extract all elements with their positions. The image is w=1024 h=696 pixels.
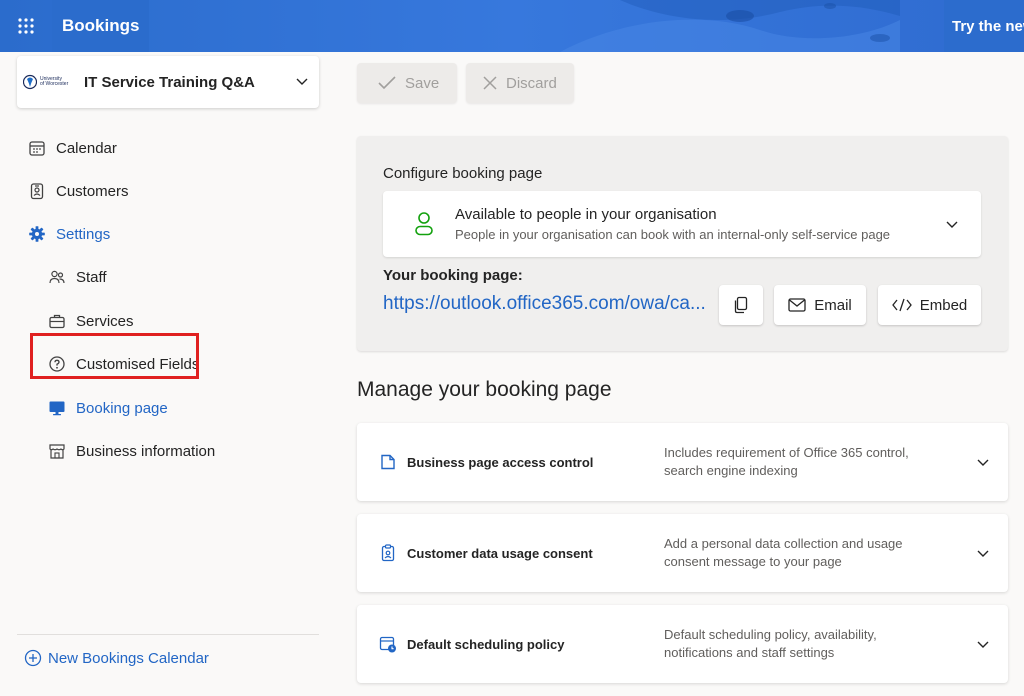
availability-title: Available to people in your organisation bbox=[455, 206, 717, 223]
monitor-icon bbox=[47, 398, 67, 418]
customer-data-usage-consent-section[interactable]: Customer data usage consent Add a person… bbox=[357, 514, 1008, 592]
waffle-icon bbox=[18, 18, 34, 34]
sidebar-item-customers[interactable]: Customers bbox=[27, 176, 129, 206]
save-label: Save bbox=[405, 74, 440, 92]
app-launcher-button[interactable] bbox=[0, 0, 52, 52]
section-title: Business page access control bbox=[407, 454, 594, 470]
calendar-clock-icon bbox=[379, 636, 396, 653]
section-description: Default scheduling policy, availability,… bbox=[664, 627, 877, 660]
sidebar-item-label: Customers bbox=[56, 182, 129, 200]
clipboard-person-icon bbox=[381, 544, 395, 562]
person-icon bbox=[415, 212, 433, 236]
booking-page-link-label: Your booking page: bbox=[383, 267, 523, 284]
embed-label: Embed bbox=[919, 296, 968, 314]
gear-icon bbox=[27, 224, 47, 244]
close-icon bbox=[482, 75, 498, 91]
calendar-name: IT Service Training Q&A bbox=[84, 73, 255, 91]
business-page-access-control-section[interactable]: Business page access control Includes re… bbox=[357, 423, 1008, 501]
university-logo: University of Worcester bbox=[23, 73, 79, 91]
storefront-icon bbox=[47, 441, 67, 461]
sidebar-item-settings[interactable]: Settings bbox=[27, 219, 110, 249]
section-title: Customer data usage consent bbox=[407, 545, 593, 561]
logo-line2: of Worcester bbox=[40, 81, 69, 87]
sidebar-item-calendar[interactable]: Calendar bbox=[27, 133, 117, 163]
sidebar-item-label: Services bbox=[76, 312, 134, 330]
booking-page-highlight-box bbox=[30, 333, 199, 379]
sidebar-item-label: Staff bbox=[76, 268, 107, 286]
chevron-down-icon bbox=[977, 641, 989, 648]
copy-link-button[interactable] bbox=[719, 285, 763, 325]
save-button[interactable]: Save bbox=[357, 63, 457, 103]
sidebar-item-services[interactable]: Services bbox=[47, 306, 134, 336]
chevron-down-icon bbox=[977, 550, 989, 557]
sidebar-divider bbox=[17, 634, 319, 635]
header-background-art bbox=[0, 0, 1024, 52]
new-calendar-label: New Bookings Calendar bbox=[48, 649, 209, 667]
people-icon bbox=[47, 267, 67, 287]
booking-page-url-link[interactable]: https://outlook.office365.com/owa/ca... bbox=[383, 293, 721, 315]
section-title: Default scheduling policy bbox=[407, 636, 565, 652]
sidebar-item-staff[interactable]: Staff bbox=[47, 262, 107, 292]
sidebar-item-label: Business information bbox=[76, 442, 216, 460]
briefcase-icon bbox=[47, 311, 67, 331]
email-label: Email bbox=[814, 296, 852, 314]
config-title: Configure booking page bbox=[383, 165, 543, 182]
checkmark-icon bbox=[377, 75, 397, 91]
chevron-down-icon bbox=[977, 459, 989, 466]
sidebar-item-label: Calendar bbox=[56, 139, 117, 157]
sidebar-item-label: Booking page bbox=[76, 399, 168, 417]
try-new-toggle[interactable]: Try the new bbox=[944, 0, 1024, 52]
chevron-down-icon bbox=[946, 221, 958, 228]
sidebar-item-business-information[interactable]: Business information bbox=[47, 436, 215, 466]
section-description: Add a personal data collection and usage… bbox=[664, 536, 903, 569]
embed-button[interactable]: Embed bbox=[878, 285, 981, 325]
add-circle-icon bbox=[24, 649, 42, 667]
manage-section-title: Manage your booking page bbox=[357, 378, 612, 401]
section-description: Includes requirement of Office 365 contr… bbox=[664, 445, 909, 478]
availability-dropdown[interactable]: Available to people in your organisation… bbox=[383, 191, 981, 257]
chevron-down-icon bbox=[296, 78, 308, 85]
contact-card-icon bbox=[27, 181, 47, 201]
code-icon bbox=[891, 298, 912, 312]
copy-icon bbox=[734, 296, 748, 314]
configure-booking-page-card: Configure booking page Available to peop… bbox=[357, 136, 1008, 351]
top-bar: Bookings Try the new bbox=[0, 0, 1024, 52]
calendar-icon bbox=[27, 138, 47, 158]
discard-label: Discard bbox=[506, 74, 557, 92]
sidebar-item-booking-page[interactable]: Booking page bbox=[47, 393, 168, 423]
new-bookings-calendar-link[interactable]: New Bookings Calendar bbox=[24, 643, 209, 673]
page-icon bbox=[381, 454, 395, 470]
availability-description: People in your organisation can book wit… bbox=[455, 227, 891, 242]
default-scheduling-policy-section[interactable]: Default scheduling policy Default schedu… bbox=[357, 605, 1008, 683]
app-title[interactable]: Bookings bbox=[52, 0, 150, 52]
discard-button[interactable]: Discard bbox=[466, 63, 574, 103]
calendar-selector[interactable]: University of Worcester IT Service Train… bbox=[17, 56, 319, 108]
crest-icon bbox=[23, 74, 37, 90]
mail-icon bbox=[788, 298, 806, 312]
sidebar-item-label: Settings bbox=[56, 225, 111, 243]
email-button[interactable]: Email bbox=[774, 285, 866, 325]
